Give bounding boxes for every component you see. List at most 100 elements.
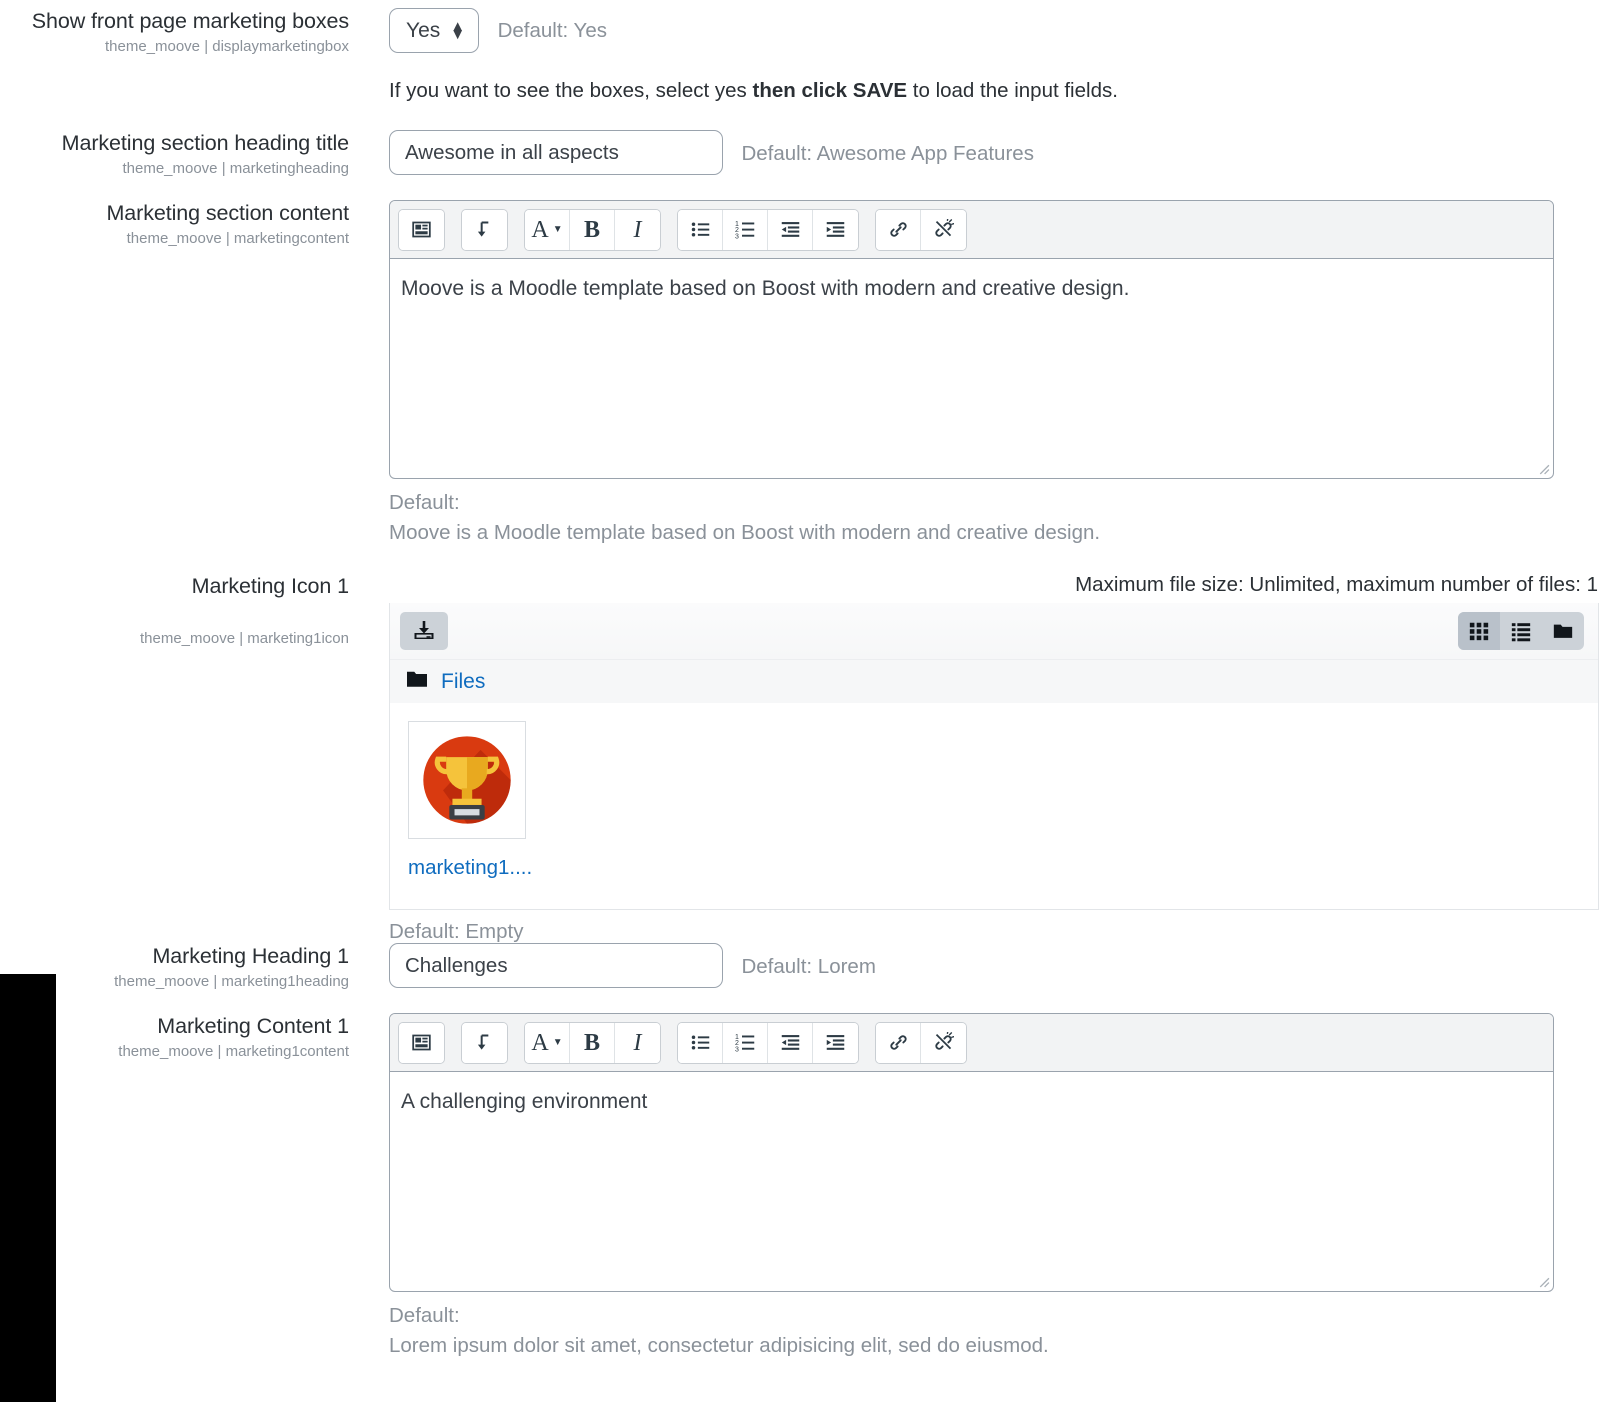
italic-icon[interactable]: I (615, 209, 660, 250)
setting-label-block: Marketing Heading 1 theme_moove | market… (0, 943, 358, 992)
indent-icon[interactable] (813, 1022, 858, 1063)
resize-handle[interactable] (1537, 462, 1550, 475)
setting-title: Marketing Heading 1 (152, 944, 350, 968)
editor-content-text: Moove is a Moodle template based on Boos… (401, 277, 1130, 300)
resize-handle[interactable] (1537, 1275, 1550, 1288)
toolbar-group-text: A ▼ B I (524, 208, 661, 251)
setting-control-block: Default: Awesome App Features (389, 130, 1034, 175)
setting-title: Marketing section heading title (61, 131, 349, 155)
marketing-help-text: If you want to see the boxes, select yes… (389, 77, 1118, 105)
image-icon[interactable] (399, 1022, 444, 1063)
marketing1content-editor: A ▼ B I 123 A challenging environment (389, 1013, 1554, 1292)
setting-label-block: Marketing Icon 1 theme_moove | marketing… (0, 573, 358, 649)
setting-label-block: Marketing section content theme_moove | … (0, 200, 358, 249)
toolbar-group-lists: 123 (677, 208, 859, 251)
link-icon[interactable] (876, 209, 921, 250)
trophy-icon (423, 736, 511, 824)
setting-key: theme_moove | marketingcontent (126, 230, 349, 247)
breadcrumb-files-link[interactable]: Files (441, 670, 485, 694)
setting-title: Marketing section content (106, 201, 350, 225)
toolbar-group-lists: 123 (677, 1021, 859, 1064)
italic-icon[interactable]: I (615, 1022, 660, 1063)
line-break-icon[interactable] (462, 209, 507, 250)
setting-control-block: Default: Lorem (389, 943, 876, 988)
setting-title: Show front page marketing boxes (31, 9, 349, 33)
line-break-icon[interactable] (462, 1022, 507, 1063)
setting-label-block: Show front page marketing boxes theme_mo… (0, 8, 358, 57)
toolbar-group-text: A ▼ B I (524, 1021, 661, 1064)
filemanager-view-toggle (1458, 612, 1584, 650)
toolbar-group-media (398, 1021, 445, 1064)
numbered-list-icon[interactable]: 123 (723, 1022, 768, 1063)
default-note: Default: Awesome App Features (741, 142, 1034, 166)
default-value: Lorem ipsum dolor sit amet, consectetur … (389, 1334, 1049, 1357)
default-note: Default: Empty (389, 920, 524, 943)
toolbar-group-links (875, 208, 967, 251)
folder-icon (406, 669, 428, 694)
displaymarketingbox-select[interactable]: Yes ▲ ▼ (389, 8, 480, 53)
default-label: Default: (389, 491, 460, 514)
default-note: Default: Yes (497, 18, 607, 42)
font-style-icon[interactable]: A ▼ (525, 1022, 570, 1063)
filemanager-file-list: marketing1.... (390, 703, 1598, 909)
marketing1icon-filemanager: Files marketing1.... (389, 603, 1599, 910)
toolbar-group-linebreak (461, 1021, 508, 1064)
image-icon[interactable] (399, 209, 444, 250)
unlink-icon[interactable] (921, 209, 966, 250)
default-value: Moove is a Moodle template based on Boos… (389, 521, 1101, 544)
tree-view-icon[interactable] (1542, 612, 1584, 650)
help-emphasis: then click SAVE (752, 79, 908, 102)
setting-control-block: A ▼ B I 123 (389, 1013, 1554, 1361)
outdent-icon[interactable] (768, 1022, 813, 1063)
indent-icon[interactable] (813, 209, 858, 250)
setting-title: Marketing Content 1 (157, 1014, 349, 1038)
default-label: Default: (389, 1304, 460, 1327)
outdent-icon[interactable] (768, 209, 813, 250)
setting-key: theme_moove | marketingheading (122, 160, 349, 177)
setting-control-block: Maximum file size: Unlimited, maximum nu… (389, 573, 1599, 944)
unlink-icon[interactable] (921, 1022, 966, 1063)
help-prefix: If you want to see the boxes, select yes (389, 79, 753, 102)
setting-label-block: Marketing section heading title theme_mo… (0, 130, 358, 179)
setting-key: theme_moove | marketing1icon (139, 630, 349, 647)
editor-toolbar: A ▼ B I 123 (390, 1014, 1553, 1072)
toolbar-group-linebreak (461, 208, 508, 251)
grid-view-icon[interactable] (1458, 612, 1500, 650)
default-note: Default: Lorem (741, 955, 876, 979)
marketingcontent-textarea[interactable]: Moove is a Moodle template based on Boos… (390, 259, 1553, 478)
numbered-list-icon[interactable]: 123 (723, 209, 768, 250)
svg-text:3: 3 (735, 233, 739, 240)
marketingheading-input[interactable] (389, 130, 723, 175)
list-view-icon[interactable] (1500, 612, 1542, 650)
editor-default-block: Default: Lorem ipsum dolor sit amet, con… (389, 1301, 1554, 1361)
file-name[interactable]: marketing1.... (408, 856, 548, 880)
toolbar-group-media (398, 208, 445, 251)
setting-key: theme_moove | marketing1heading (114, 973, 349, 990)
add-file-icon[interactable] (400, 612, 448, 650)
link-icon[interactable] (876, 1022, 921, 1063)
toolbar-group-links (875, 1021, 967, 1064)
setting-key: theme_moove | marketing1content (118, 1043, 349, 1060)
marketing1heading-input[interactable] (389, 943, 723, 988)
max-file-size-note: Maximum file size: Unlimited, maximum nu… (1075, 573, 1598, 596)
bulleted-list-icon[interactable] (678, 1022, 723, 1063)
editor-default-block: Default: Moove is a Moodle template base… (389, 488, 1554, 548)
setting-control-block: Yes ▲ ▼ Default: Yes (389, 8, 607, 53)
setting-key: theme_moove | displaymarketingbox (104, 38, 349, 55)
select-value: Yes (406, 18, 441, 42)
font-style-icon[interactable]: A ▼ (525, 209, 570, 250)
marketing1content-textarea[interactable]: A challenging environment (390, 1072, 1553, 1291)
marketingcontent-editor: A ▼ B I 123 Moove is a Moodle template b… (389, 200, 1554, 479)
filemanager-breadcrumb: Files (390, 659, 1598, 703)
file-thumbnail[interactable] (408, 721, 526, 839)
setting-title: Marketing Icon 1 (191, 574, 349, 598)
settings-page: Show front page marketing boxes theme_mo… (0, 0, 1600, 1402)
file-item[interactable]: marketing1.... (408, 721, 548, 880)
bulleted-list-icon[interactable] (678, 209, 723, 250)
bold-icon[interactable]: B (570, 1022, 615, 1063)
setting-label-block: Marketing Content 1 theme_moove | market… (0, 1013, 358, 1062)
editor-content-text: A challenging environment (401, 1090, 648, 1113)
help-suffix: to load the input fields. (907, 79, 1118, 102)
bold-icon[interactable]: B (570, 209, 615, 250)
chevron-updown-icon: ▲ ▼ (450, 17, 466, 43)
